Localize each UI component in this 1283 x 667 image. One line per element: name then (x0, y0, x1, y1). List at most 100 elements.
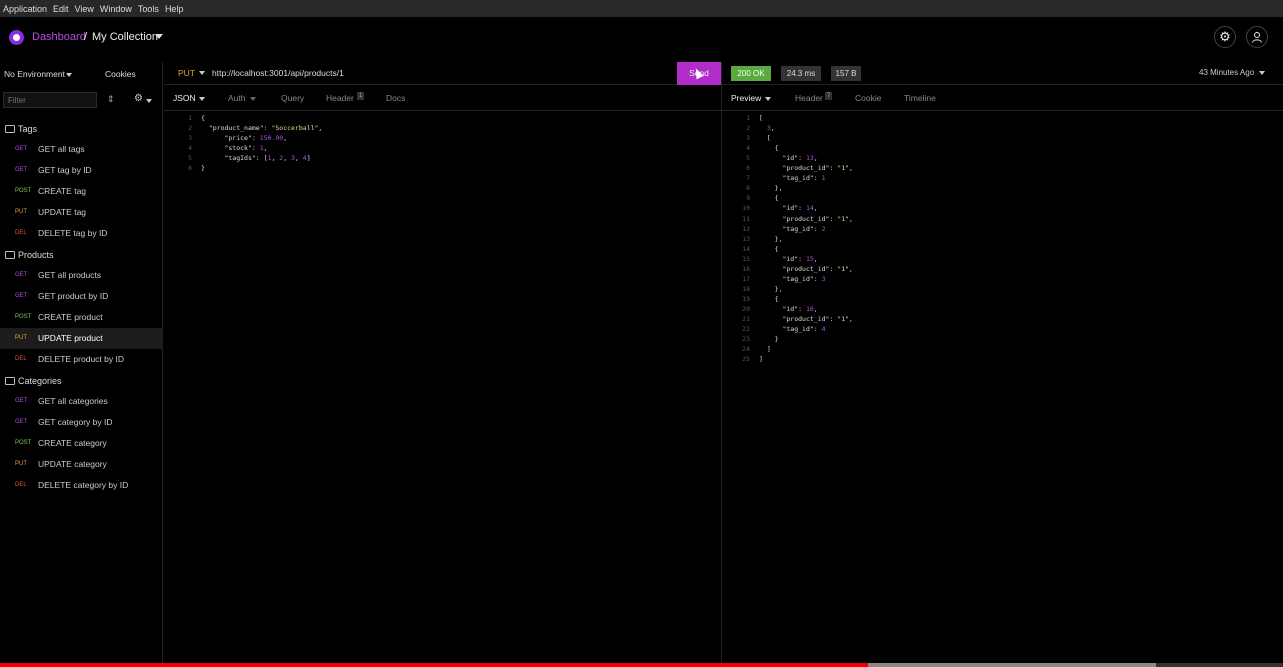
folder-categories[interactable]: Categories (5, 374, 62, 388)
scrollbar-thumb[interactable] (868, 663, 1156, 667)
sidebar-item-request[interactable]: GET GET all products (0, 264, 163, 285)
sidebar-item-request[interactable]: GET GET category by ID (0, 411, 163, 432)
code-text: "tagIds": [1, 2, 3, 4] (224, 154, 311, 163)
gear-icon[interactable]: ⚙ (1214, 26, 1236, 48)
sidebar-item-request[interactable]: PUT UPDATE category (0, 454, 163, 475)
method-badge: GET (15, 397, 28, 404)
code-text: "stock": 1, (224, 144, 268, 153)
request-label: UPDATE product (38, 333, 103, 344)
menu-tools[interactable]: Tools (138, 4, 159, 14)
code-text: "tag_id": 3 (782, 274, 826, 283)
line-number: 9 (746, 194, 750, 203)
filter-input[interactable] (3, 92, 97, 108)
chevron-down-icon[interactable] (250, 97, 256, 101)
code-text: [ (759, 114, 763, 122)
status-badge: 200 OK (731, 66, 771, 81)
request-label: GET all categories (38, 395, 108, 406)
chevron-down-icon[interactable] (66, 73, 72, 77)
request-label: UPDATE tag (38, 207, 87, 218)
request-label: GET all products (38, 269, 102, 280)
line-number: 2 (746, 124, 750, 133)
chevron-down-icon[interactable] (1259, 71, 1265, 75)
history-selector[interactable]: 43 Minutes Ago (1199, 68, 1254, 77)
line-number: 2 (188, 124, 192, 133)
code-text: }, (759, 284, 783, 293)
tab-preview[interactable]: Preview (731, 93, 761, 103)
method-badge: DEL (15, 482, 27, 489)
line-number: 22 (742, 325, 750, 334)
environment-selector[interactable]: No Environment (4, 69, 65, 79)
breadcrumb-collection[interactable]: My Collection (92, 31, 158, 43)
line-number: 7 (746, 174, 750, 183)
line-number: 6 (746, 164, 750, 173)
response-time-badge: 24.3 ms (781, 66, 821, 81)
code-text: } (759, 335, 779, 344)
sidebar-item-request[interactable]: POST CREATE category (0, 432, 163, 453)
url-input[interactable]: http://localhost:3001/api/products/1 (212, 68, 344, 78)
gear-icon[interactable]: ⚙ (134, 93, 143, 104)
method-badge: POST (15, 187, 32, 194)
line-number: 10 (742, 204, 750, 213)
code-text: "id": 13, (782, 154, 818, 163)
sidebar-item-request[interactable]: POST CREATE product (0, 306, 163, 327)
response-tabs: Preview Header 7 Cookie Timeline (722, 86, 1283, 111)
line-number: 25 (742, 355, 750, 364)
request-label: DELETE product by ID (38, 354, 124, 365)
tab-timeline[interactable]: Timeline (904, 93, 936, 103)
chevron-down-icon[interactable] (199, 97, 205, 101)
chevron-down-icon[interactable] (146, 99, 152, 103)
request-label: CREATE category (38, 437, 107, 448)
sidebar-item-request[interactable]: PUT UPDATE tag (0, 202, 163, 223)
breadcrumb-dashboard[interactable]: Dashboard (32, 31, 86, 43)
menu-help[interactable]: Help (165, 4, 184, 14)
menu-window[interactable]: Window (100, 4, 132, 14)
chevron-down-icon[interactable] (199, 71, 205, 75)
tab-docs[interactable]: Docs (386, 93, 405, 103)
chevron-down-icon[interactable] (155, 34, 163, 39)
code-text: { (201, 114, 205, 122)
sidebar-item-request[interactable]: GET GET tag by ID (0, 159, 163, 180)
code-text: "id": 15, (782, 254, 818, 263)
sidebar-item-request[interactable]: DEL DELETE tag by ID (0, 223, 163, 244)
header-count-badge: 1 (357, 92, 365, 100)
request-label: GET tag by ID (38, 164, 92, 175)
app-logo-icon (9, 30, 24, 45)
sidebar-item-request[interactable]: POST CREATE tag (0, 180, 163, 201)
folder-tags[interactable]: Tags (5, 122, 37, 136)
tab-auth[interactable]: Auth (228, 93, 246, 103)
sidebar-item-request[interactable]: GET GET all tags (0, 138, 163, 159)
method-selector[interactable]: PUT (178, 68, 195, 78)
code-text: "product_id": "1", (782, 264, 853, 273)
tab-query[interactable]: Query (281, 93, 304, 103)
tab-cookie[interactable]: Cookie (855, 93, 881, 103)
chevron-down-icon[interactable] (765, 97, 771, 101)
tab-response-header[interactable]: Header (795, 93, 823, 103)
menu-edit[interactable]: Edit (53, 4, 69, 14)
line-number: 23 (742, 335, 750, 344)
tab-json[interactable]: JSON (173, 93, 196, 103)
tab-header[interactable]: Header (326, 93, 354, 103)
sidebar-item-request[interactable]: GET GET product by ID (0, 285, 163, 306)
user-icon[interactable] (1246, 26, 1268, 48)
menu-application[interactable]: Application (3, 4, 47, 14)
code-text: ] (759, 345, 771, 354)
sidebar: No Environment Cookies ⇕ ⚙ Tags GET GET al… (0, 62, 163, 667)
line-number: 3 (188, 134, 192, 143)
sidebar-item-request[interactable]: DEL DELETE category by ID (0, 475, 163, 496)
method-badge: GET (15, 271, 28, 278)
method-badge: GET (15, 166, 28, 173)
sort-icon[interactable]: ⇕ (107, 94, 115, 105)
line-number: 6 (188, 164, 192, 173)
sidebar-item-request[interactable]: PUT UPDATE product (0, 327, 163, 349)
folder-label: Categories (18, 376, 62, 386)
request-body-editor[interactable]: 1 {2 "product_name": "Soccerball", 3 "pric… (164, 111, 721, 661)
folder-label: Tags (18, 124, 38, 134)
line-number: 11 (742, 214, 750, 223)
sidebar-item-request[interactable]: GET GET all categories (0, 390, 163, 411)
line-number: 3 (746, 134, 750, 143)
cookies-button[interactable]: Cookies (105, 69, 136, 79)
sidebar-item-request[interactable]: DEL DELETE product by ID (0, 349, 163, 370)
line-number: 17 (742, 274, 750, 283)
menu-view[interactable]: View (75, 4, 94, 14)
folder-products[interactable]: Products (5, 248, 54, 262)
